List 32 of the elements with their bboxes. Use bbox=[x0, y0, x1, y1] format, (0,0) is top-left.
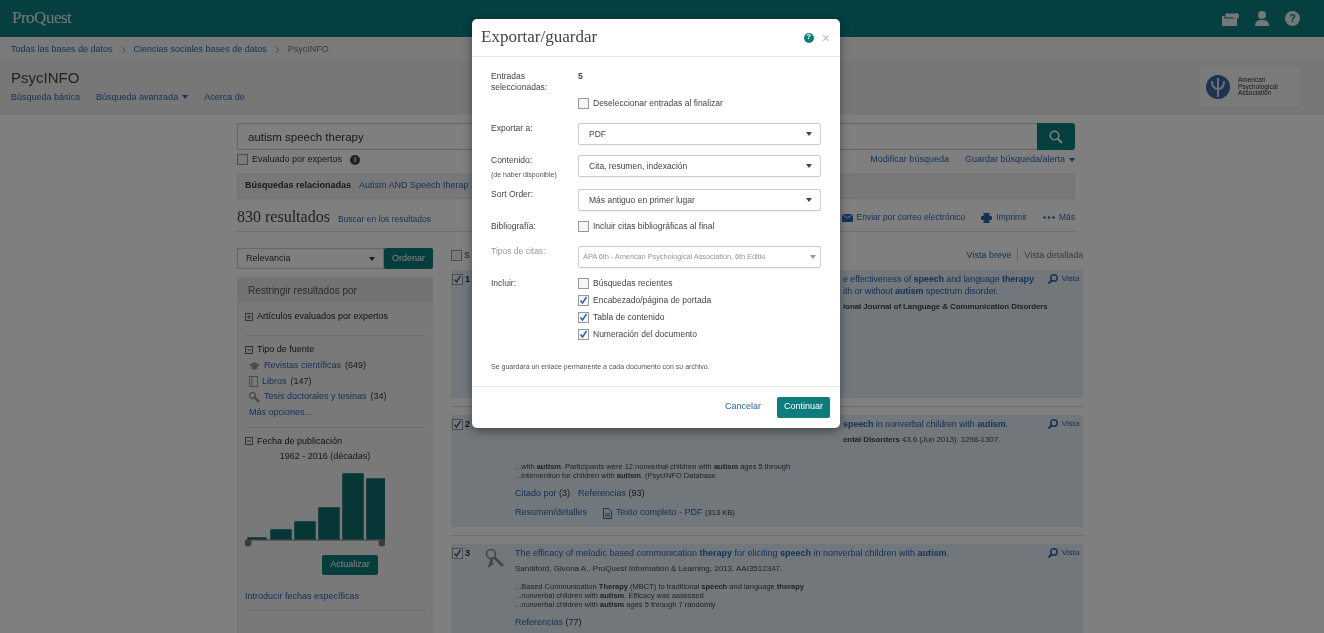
database-title: PsycINFO bbox=[11, 68, 81, 88]
checkbox-label: Tabla de contenido bbox=[593, 312, 665, 324]
field-label: Exportar a: bbox=[491, 123, 534, 135]
checkbox-label: Deseleccionar entradas al finalizar bbox=[593, 98, 723, 110]
result-source: Sandiford, Givona A.. ProQuest Information & Learning, 2013. AAI3512347. bbox=[515, 563, 784, 574]
results-count: 830 resultados bbox=[237, 206, 330, 227]
field-label: Contenido: bbox=[491, 155, 534, 167]
checkbox-label: Numeración del documento bbox=[593, 329, 697, 341]
date-range: 1962 - 2016 (décadas) bbox=[278, 451, 372, 463]
field-label: Bibliografía: bbox=[491, 221, 537, 233]
dialog-title: Exportar/guardar bbox=[481, 26, 598, 49]
facet-count: (147) bbox=[290, 375, 312, 388]
result-number: 3 bbox=[465, 547, 470, 560]
selected-count: 5 bbox=[578, 71, 584, 83]
result-source: ental Disorders 43.6 (Jun 2013): 1298-1307. bbox=[843, 435, 1002, 446]
field-label: Entradas seleccionadas: bbox=[491, 71, 549, 94]
result-source: ional Journal of Language & Communication Disorders bbox=[843, 301, 1048, 313]
facet-count: (649) bbox=[345, 359, 367, 372]
checkbox-label: S bbox=[464, 249, 470, 262]
result-number: 1 bbox=[465, 274, 470, 287]
related-label: Búsquedas relacionadas bbox=[245, 180, 352, 193]
field-label: Tipos de citas: bbox=[491, 246, 547, 258]
checkbox-label: Incluir citas bibliográficas al final bbox=[593, 221, 715, 233]
checkbox-label: Búsquedas recientes bbox=[593, 278, 673, 290]
field-label: Incluir: bbox=[491, 278, 518, 290]
panel-title: Restringir resultados por bbox=[237, 277, 433, 304]
field-label: Sort Order: bbox=[491, 189, 535, 201]
result-number: 2 bbox=[465, 419, 470, 432]
checkbox-label: Encabezado/página de portada bbox=[593, 295, 712, 307]
checkbox-label: Evaluado por expertos bbox=[252, 154, 343, 166]
breadcrumb: PsycINFO bbox=[287, 43, 329, 56]
facet-count: (34) bbox=[370, 391, 387, 403]
